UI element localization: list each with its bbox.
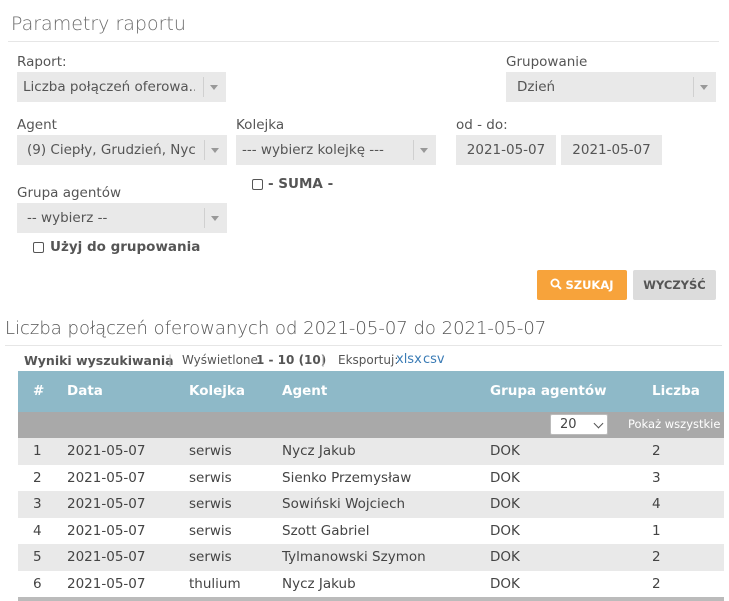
cell-number: 1	[33, 443, 42, 459]
cell-grupa-agentow: DOK	[490, 496, 520, 512]
export-csv-link[interactable]: csv	[423, 352, 445, 367]
cell-number: 4	[33, 522, 42, 539]
cell-kolejka: serwis	[189, 469, 232, 486]
grupowanie-select[interactable]: Dzień	[506, 72, 716, 102]
cell-agent: Tylmanowski Szymon	[282, 549, 426, 565]
cell-agent: Szott Gabriel	[282, 522, 370, 539]
cell-agent: Sienko Przemysław	[282, 469, 412, 486]
cell-grupa-agentow: DOK	[490, 522, 520, 539]
cell-data: 2021-05-07	[67, 496, 146, 512]
raport-select-value: Liczba połączeń oferowa...	[23, 79, 195, 95]
table-row: 4 2021-05-07 serwis Szott Gabriel DOK 1	[18, 517, 724, 544]
cell-kolejka: serwis	[189, 549, 232, 565]
cell-liczba: 2	[652, 443, 661, 459]
column-header-number[interactable]: #	[33, 383, 44, 399]
date-to-input[interactable]: 2021-05-07	[561, 135, 662, 165]
column-header-liczba[interactable]: Liczba	[652, 383, 700, 399]
uzyj-do-grupowania-label: Użyj do grupowania	[50, 239, 201, 255]
uzyj-do-grupowania-checkbox[interactable]	[33, 242, 44, 253]
grupowanie-label: Grupowanie	[506, 54, 588, 70]
column-header-agent[interactable]: Agent	[282, 383, 327, 399]
date-from-input[interactable]: 2021-05-07	[456, 135, 556, 165]
title-divider	[8, 41, 719, 42]
kolejka-select[interactable]: --- wybierz kolejkę ---	[236, 135, 436, 165]
cell-data: 2021-05-07	[67, 469, 146, 486]
show-all-link[interactable]: Pokaż wszystkie	[628, 417, 720, 431]
cell-data: 2021-05-07	[67, 549, 146, 565]
results-divider	[5, 345, 722, 346]
grupowanie-select-value: Dzień	[517, 79, 556, 95]
clear-button[interactable]: WYCZYŚĆ	[633, 270, 716, 300]
agent-select[interactable]: (9) Ciepły, Grudzień, Nyc...	[17, 135, 227, 165]
page-size-select[interactable]: 20	[550, 414, 608, 435]
chevron-down-icon	[199, 203, 227, 233]
export-label: Eksportuj:	[338, 353, 399, 367]
search-icon	[550, 278, 563, 290]
cell-liczba: 2	[652, 575, 661, 592]
suma-label: - SUMA -	[268, 176, 334, 192]
results-title: Liczba połączeń oferowanych od 2021-05-0…	[5, 318, 547, 339]
table-bottom-edge	[18, 597, 724, 601]
cell-kolejka: thulium	[189, 575, 241, 592]
cell-data: 2021-05-07	[67, 443, 146, 459]
table-row: 1 2021-05-07 serwis Nycz Jakub DOK 2	[18, 438, 724, 465]
cell-liczba: 2	[652, 549, 661, 565]
cell-liczba: 1	[652, 522, 661, 539]
export-xlsx-link[interactable]: xlsx	[396, 352, 422, 367]
agent-select-value: (9) Ciepły, Grudzień, Nyc...	[27, 142, 195, 158]
table-row: 6 2021-05-07 thulium Nycz Jakub DOK 2	[18, 570, 724, 597]
results-label: Wyniki wyszukiwania	[24, 353, 174, 368]
search-button-label: SZUKAJ	[565, 278, 614, 292]
raport-select[interactable]: Liczba połączeń oferowa...	[17, 72, 226, 102]
cell-grupa-agentow: DOK	[490, 575, 520, 592]
cell-number: 6	[33, 575, 42, 592]
cell-grupa-agentow: DOK	[490, 469, 520, 486]
cell-kolejka: serwis	[189, 443, 232, 459]
kolejka-label: Kolejka	[236, 117, 285, 133]
cell-data: 2021-05-07	[67, 522, 146, 539]
grupa-agentow-label: Grupa agentów	[17, 185, 121, 201]
pager-bar: 20 Pokaż wszystkie	[18, 412, 724, 438]
page-size-value: 20	[560, 417, 577, 432]
table-header: # Data Kolejka Agent Grupa agentów Liczb…	[18, 371, 724, 412]
cell-grupa-agentow: DOK	[490, 549, 520, 565]
cell-kolejka: serwis	[189, 522, 232, 539]
table-row: 2 2021-05-07 serwis Sienko Przemysław DOK 3	[18, 464, 724, 491]
cell-grupa-agentow: DOK	[490, 443, 520, 459]
page-title: Parametry raportu	[11, 13, 186, 35]
cell-agent: Nycz Jakub	[282, 575, 356, 592]
agent-label: Agent	[17, 117, 57, 133]
column-header-kolejka[interactable]: Kolejka	[189, 383, 245, 399]
cell-agent: Nycz Jakub	[282, 443, 356, 459]
daterange-label: od - do:	[456, 117, 508, 133]
table-row: 5 2021-05-07 serwis Tylmanowski Szymon DOK 2	[18, 544, 724, 571]
meta-separator: |	[321, 353, 326, 367]
suma-checkbox[interactable]	[252, 179, 263, 190]
cell-kolejka: serwis	[189, 496, 232, 512]
cell-data: 2021-05-07	[67, 575, 146, 592]
column-header-grupa-agentow[interactable]: Grupa agentów	[490, 383, 607, 399]
chevron-down-icon	[593, 418, 604, 429]
chevron-down-icon	[688, 72, 716, 102]
shown-label: Wyświetlone:	[182, 353, 262, 367]
shown-value: 1 - 10 (10)	[256, 353, 327, 367]
meta-separator: |	[168, 353, 173, 367]
cell-number: 5	[33, 549, 42, 565]
column-header-data[interactable]: Data	[67, 383, 103, 399]
grupa-agentow-select-value: -- wybierz --	[27, 210, 108, 226]
chevron-down-icon	[408, 135, 436, 165]
search-button[interactable]: SZUKAJ	[537, 270, 627, 300]
cell-number: 3	[33, 496, 42, 512]
cell-liczba: 3	[652, 469, 661, 486]
raport-label: Raport:	[17, 54, 67, 70]
cell-agent: Sowiński Wojciech	[282, 496, 406, 512]
grupa-agentow-select[interactable]: -- wybierz --	[17, 203, 227, 233]
chevron-down-icon	[199, 135, 227, 165]
table-row: 3 2021-05-07 serwis Sowiński Wojciech DOK 4	[18, 491, 724, 518]
kolejka-select-value: --- wybierz kolejkę ---	[242, 142, 384, 158]
chevron-down-icon	[198, 72, 226, 102]
cell-number: 2	[33, 469, 42, 486]
cell-liczba: 4	[652, 496, 661, 512]
